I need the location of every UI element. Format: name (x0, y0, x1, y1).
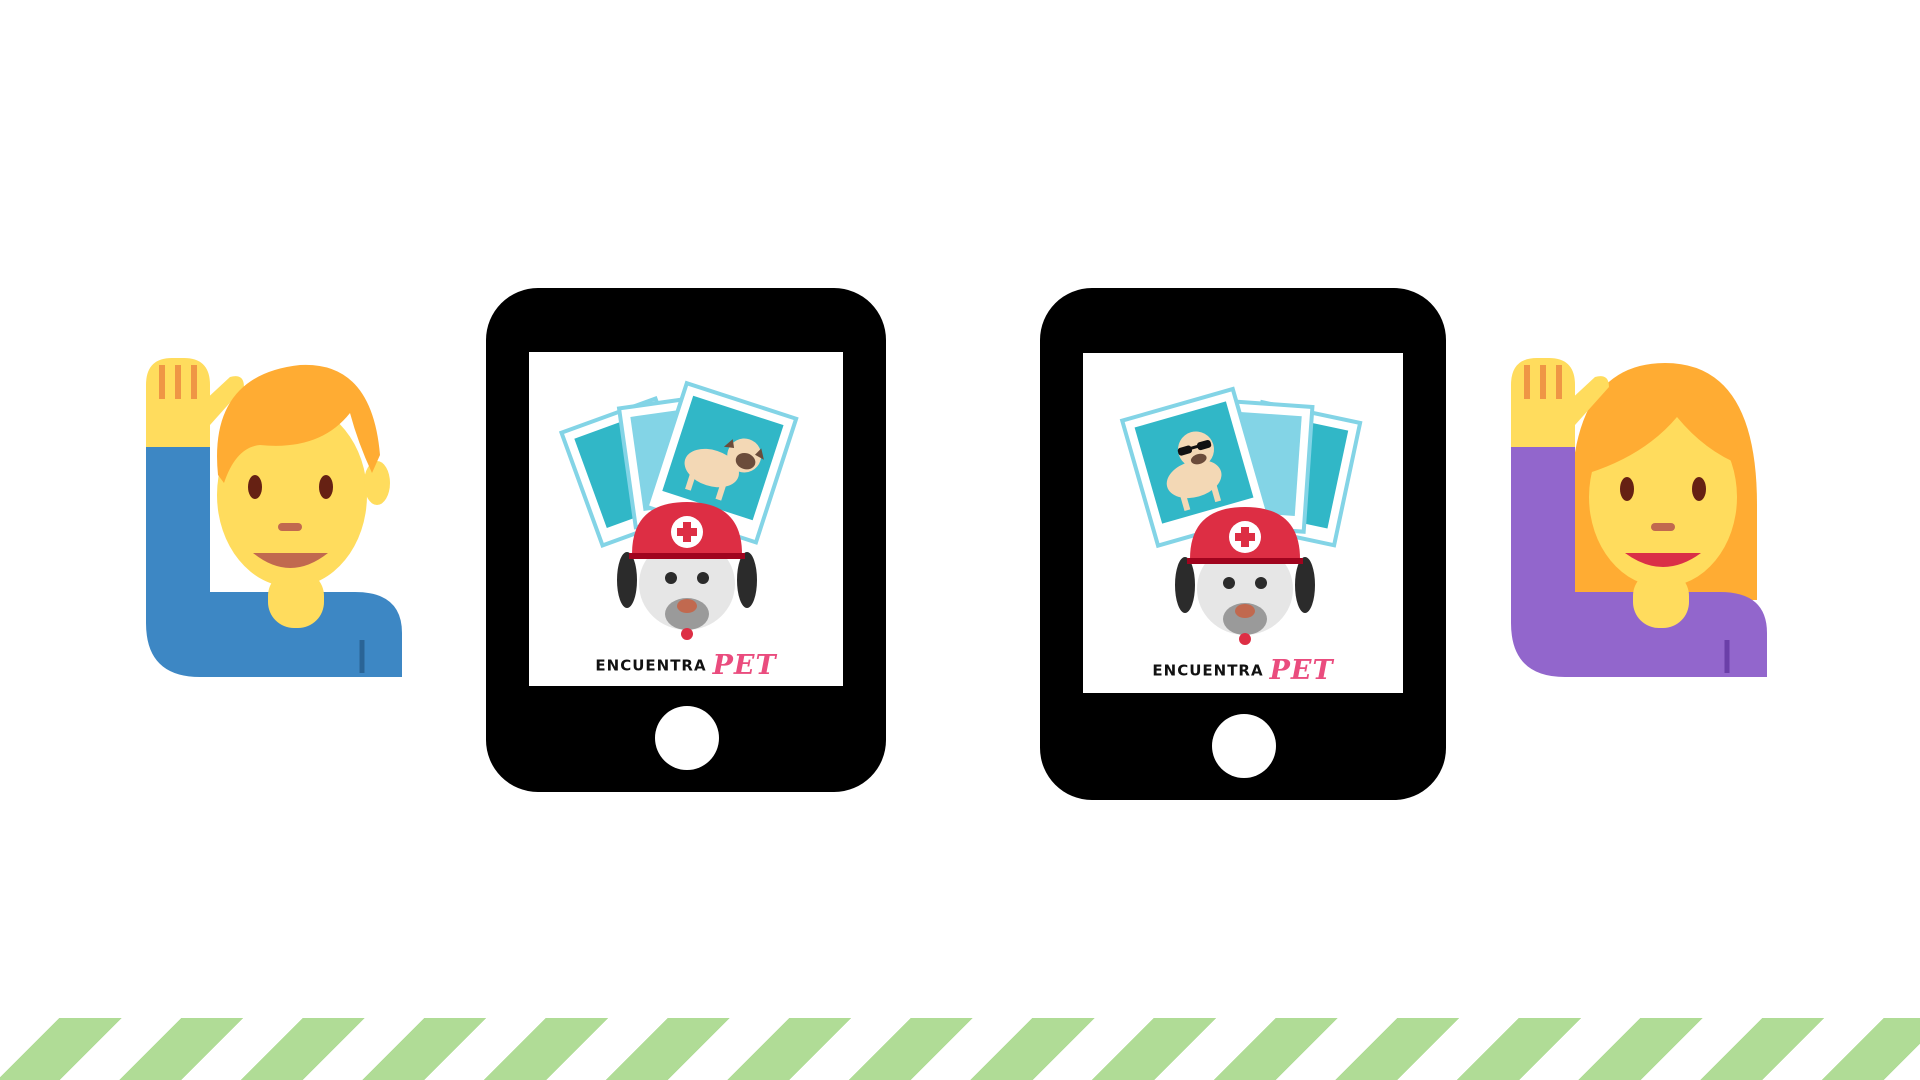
brand-accent: PET (712, 650, 777, 681)
woman-raising-hand-icon (1505, 355, 1775, 685)
brand-word: ENCUENTRA (1152, 661, 1264, 680)
tablet-right: ENCUENTRA PET (1040, 288, 1446, 800)
tablet-left: ENCUENTRA PET (486, 288, 886, 792)
brand-logo: ENCUENTRA PET (1083, 655, 1403, 686)
brand-logo: ENCUENTRA PET (529, 650, 843, 681)
photos-sunglasses-pug-rescue-dog-icon (1119, 386, 1363, 645)
home-button[interactable] (655, 706, 719, 770)
brand-word: ENCUENTRA (595, 656, 707, 675)
diagonal-stripe-band (0, 1018, 1920, 1080)
tablet-screen: ENCUENTRA PET (1083, 353, 1403, 693)
illustration-stage: ENCUENTRA PET ENCUENTRA PET (0, 0, 1920, 1080)
man-raising-hand-icon (140, 355, 410, 685)
home-button[interactable] (1212, 714, 1276, 778)
brand-accent: PET (1269, 655, 1334, 686)
tablet-screen: ENCUENTRA PET (529, 352, 843, 686)
photos-pug-rescue-dog-icon (558, 380, 799, 640)
